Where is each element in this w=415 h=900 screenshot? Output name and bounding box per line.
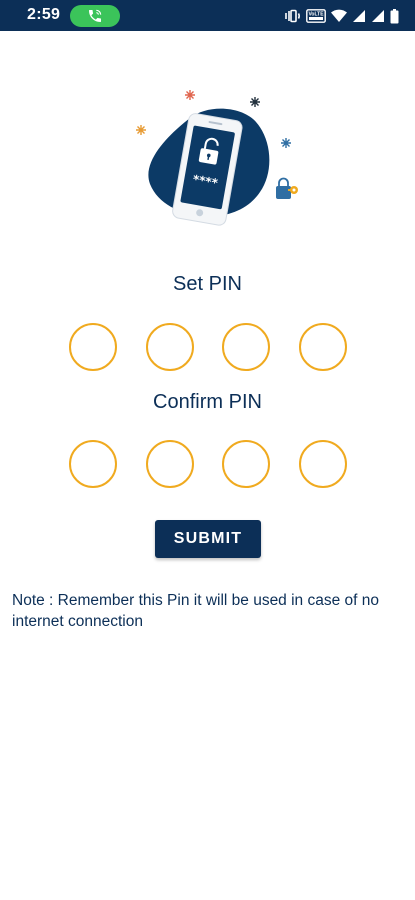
confirm-pin-digit-1[interactable] — [69, 440, 117, 488]
signal-icon — [372, 10, 384, 22]
status-icons: VoLTE — [284, 7, 399, 25]
volte-label: VoLTE — [308, 11, 324, 17]
set-pin-digit-3[interactable] — [222, 323, 271, 371]
set-pin-digit-1[interactable] — [69, 323, 117, 371]
set-pin-digit-2[interactable] — [145, 323, 194, 371]
confirm-pin-title: Confirm PIN — [153, 391, 262, 413]
submit-button[interactable]: SUBMIT — [155, 520, 261, 558]
confirm-pin-inputs[interactable] — [69, 440, 347, 490]
signal-icon — [353, 10, 365, 22]
battery-icon — [390, 8, 399, 23]
set-pin-inputs[interactable] — [69, 323, 347, 373]
vibrate-icon — [285, 9, 300, 23]
confirm-pin-digit-2[interactable] — [145, 440, 194, 488]
note-text: Note : Remember this Pin it will be used… — [12, 592, 380, 630]
sparkle-icon — [250, 97, 260, 107]
sparkle-icon — [185, 90, 195, 100]
sparkle-icon — [281, 138, 291, 148]
status-time: 2:59 — [27, 6, 61, 23]
confirm-pin-digit-3[interactable] — [222, 440, 271, 488]
phone-lock-icon: **** — [136, 90, 298, 226]
set-pin-digit-4[interactable] — [298, 323, 347, 371]
confirm-pin-digit-4[interactable] — [298, 440, 347, 488]
sparkle-icon — [136, 125, 146, 135]
ongoing-call-chip[interactable] — [70, 5, 120, 27]
phone-call-icon — [89, 9, 102, 22]
wifi-icon — [331, 9, 347, 22]
set-pin-title: Set PIN — [173, 273, 242, 295]
status-bar: 2:59 VoLTE — [0, 0, 415, 31]
padlock-key-icon — [276, 177, 298, 199]
volte-icon: VoLTE — [306, 9, 326, 23]
